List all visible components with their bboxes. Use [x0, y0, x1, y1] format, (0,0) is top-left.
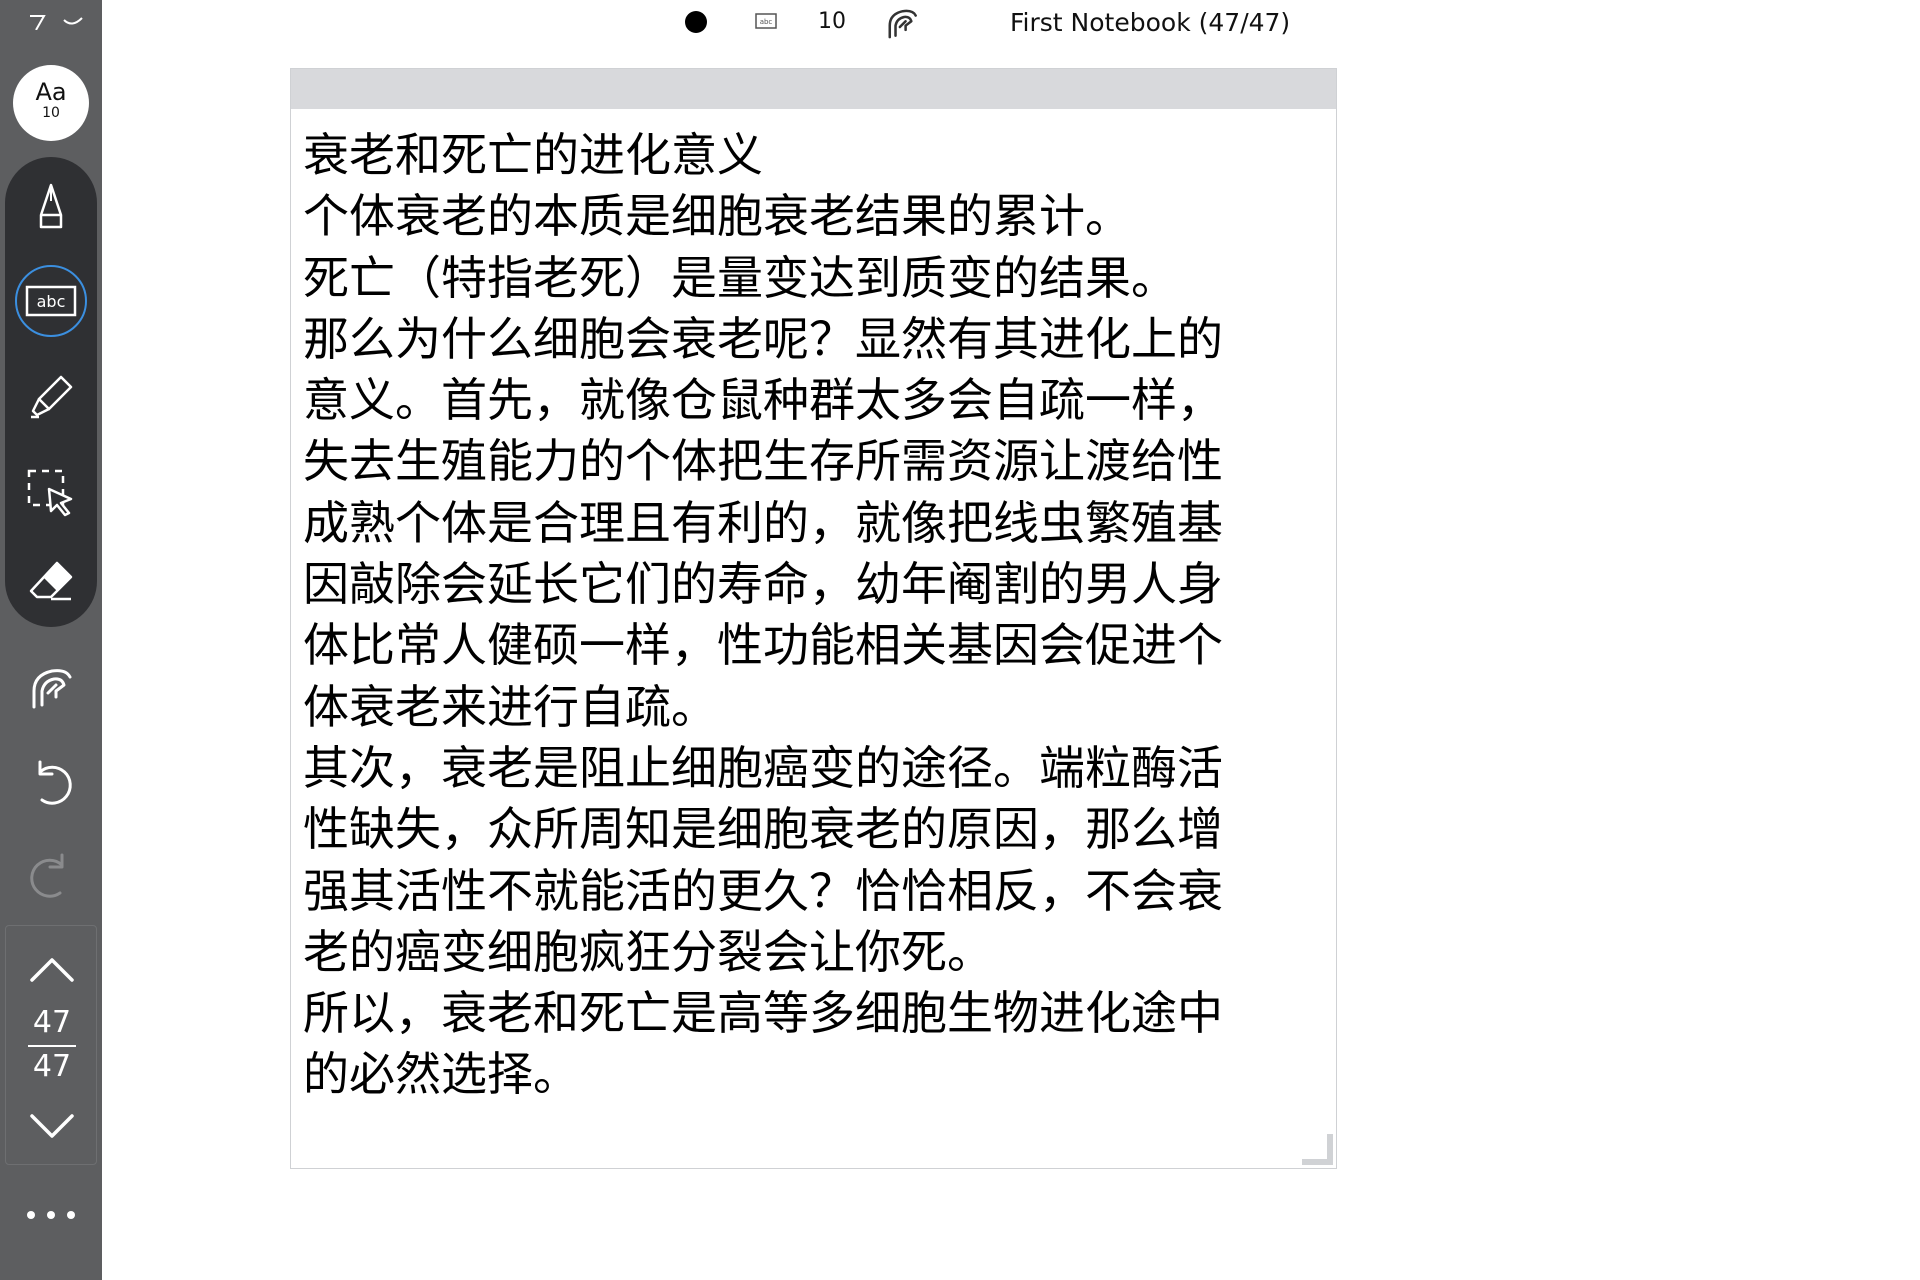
text-box[interactable]: 衰老和死亡的进化意义 个体衰老的本质是细胞衰老结果的累计。 死亡（特指老死）是量…: [290, 68, 1337, 1169]
text-box-resize-handle[interactable]: [1296, 1128, 1336, 1168]
font-size-label: Aa: [35, 78, 67, 106]
active-tool-indicator: abc: [15, 265, 87, 337]
notes-app: Aa 10 abc 47 47 abc 10 First Notebook (4…: [0, 0, 1920, 1280]
more-icon: [27, 1211, 75, 1219]
lasso-select-tool-button[interactable]: [5, 453, 97, 533]
hand-touch-icon: [888, 9, 917, 39]
text-color-swatch[interactable]: [685, 11, 707, 33]
text-line: 死亡（特指老死）是量变达到质变的结果。: [303, 250, 1177, 305]
text-line: 失去生殖能力的个体把生存所需资源让渡给性: [303, 434, 1223, 489]
redo-button[interactable]: [0, 836, 102, 916]
tool-group: abc: [5, 157, 97, 627]
text-tool-indicator-label: abc: [760, 18, 773, 26]
font-size-button[interactable]: Aa 10: [13, 65, 89, 141]
text-tool-label: abc: [37, 292, 66, 311]
notebook-title: First Notebook (47/47): [1010, 8, 1291, 37]
text-line: 强其活性不就能活的更久？恰恰相反，不会衰: [303, 863, 1223, 918]
hand-touch-icon: [32, 669, 72, 709]
current-page-number: 47: [32, 1005, 72, 1040]
left-toolbar: Aa 10 abc 47 47: [0, 0, 102, 1280]
hand-touch-button[interactable]: [0, 646, 102, 726]
text-line: 老的癌变细胞疯狂分裂会让你死。: [303, 924, 993, 979]
hand-touch-indicator[interactable]: [884, 4, 920, 44]
text-tool-indicator[interactable]: abc: [755, 13, 777, 33]
undo-icon: [38, 760, 72, 805]
eraser-tool-button[interactable]: [5, 541, 97, 621]
text-line: 个体衰老的本质是细胞衰老结果的累计。: [303, 189, 1131, 244]
text-line: 的必然选择。: [303, 1047, 579, 1102]
collapse-right-icon[interactable]: [58, 6, 92, 30]
total-page-count: 47: [32, 1049, 72, 1084]
collapse-left-icon[interactable]: [22, 6, 56, 31]
highlighter-tool-button[interactable]: [5, 357, 97, 437]
chevron-up-icon: [30, 958, 74, 982]
more-options-button[interactable]: [0, 1175, 102, 1255]
font-size-indicator: 10: [818, 9, 846, 34]
page-navigator: 47 47: [5, 925, 97, 1165]
text-tool-button[interactable]: abc: [5, 261, 97, 341]
text-line: 衰老和死亡的进化意义: [303, 128, 763, 182]
resize-corner-icon: [1302, 1134, 1333, 1165]
text-line: 那么为什么细胞会衰老呢？显然有其进化上的: [303, 311, 1223, 366]
text-line: 其次，衰老是阻止细胞癌变的途径。端粒酶活: [303, 740, 1223, 795]
text-line: 成熟个体是合理且有利的，就像把线虫繁殖基: [303, 495, 1223, 550]
top-toolbar: abc 10 First Notebook (47/47): [102, 0, 1920, 46]
highlighter-icon: [31, 375, 73, 419]
previous-page-button[interactable]: [6, 940, 98, 1000]
text-abc-icon: abc: [25, 285, 77, 317]
pen-tool-button[interactable]: [5, 167, 97, 247]
text-line: 体比常人健硕一样，性功能相关基因会促进个: [303, 618, 1223, 673]
next-page-button[interactable]: [6, 1096, 98, 1156]
redo-icon: [30, 853, 64, 898]
font-size-value: 10: [42, 105, 60, 121]
lasso-select-icon: [27, 469, 73, 517]
text-line: 体衰老来进行自疏。: [303, 679, 717, 734]
text-line: 意义。首先，就像仓鼠种群太多会自疏一样，: [303, 373, 1223, 428]
text-line: 性缺失，众所周知是细胞衰老的原因，那么增: [303, 802, 1223, 857]
text-line: 因敲除会延长它们的寿命，幼年阉割的男人身: [303, 557, 1223, 612]
page-number-divider: [28, 1045, 76, 1047]
text-box-content[interactable]: 衰老和死亡的进化意义 个体衰老的本质是细胞衰老结果的累计。 死亡（特指老死）是量…: [303, 125, 1313, 1106]
chevron-down-icon: [30, 1114, 74, 1138]
pen-icon: [39, 183, 63, 229]
text-box-drag-bar[interactable]: [291, 69, 1336, 109]
text-abc-icon: abc: [755, 13, 777, 29]
text-line: 所以，衰老和死亡是高等多细胞生物进化途中: [303, 986, 1223, 1041]
eraser-icon: [29, 561, 73, 601]
undo-button[interactable]: [0, 743, 102, 823]
